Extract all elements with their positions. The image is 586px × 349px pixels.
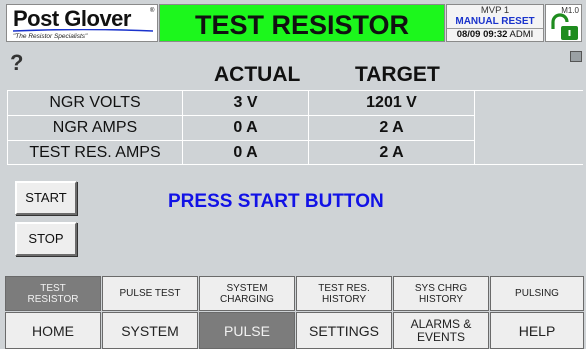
tab-system-charging[interactable]: SYSTEM CHARGING (199, 276, 295, 311)
title-bar: TEST RESISTOR (159, 4, 445, 42)
row-label: NGR VOLTS (7, 90, 182, 115)
date: 08/09 (456, 29, 481, 40)
blank-cell (474, 140, 583, 165)
tab-label: HISTORY (321, 293, 367, 305)
tab-help[interactable]: HELP (490, 312, 584, 349)
navigation-bar: TEST RESISTOR PULSE TEST SYSTEM CHARGING… (5, 276, 584, 349)
user: ADMI (509, 29, 534, 40)
company-logo: Post Glover ® "The Resistor Specialists" (6, 4, 158, 42)
target-column-header: TARGET (355, 63, 440, 86)
tab-label: SYS CHRG (414, 282, 468, 294)
logo-swoosh-icon (13, 29, 153, 32)
actual-value: 3 V (182, 90, 308, 115)
tab-test-resistor[interactable]: TEST RESISTOR (5, 276, 101, 311)
tab-label: ALARMS & (410, 316, 472, 331)
actual-value: 0 A (182, 115, 308, 140)
tab-label: SYSTEM (121, 322, 179, 339)
header: Post Glover ® "The Resistor Specialists"… (6, 4, 582, 42)
date-time-user: 08/09 09:32 ADMI (447, 28, 543, 41)
blank-cell (474, 115, 583, 140)
row-label: TEST RES. AMPS (7, 140, 182, 165)
hmi-screen: Post Glover ® "The Resistor Specialists"… (0, 0, 586, 349)
table-row: TEST RES. AMPS 0 A 2 A (7, 140, 583, 165)
tab-label: SYSTEM (226, 282, 268, 294)
stop-button[interactable]: STOP (15, 222, 77, 256)
start-button[interactable]: START (15, 181, 77, 215)
help-question-icon[interactable]: ? (10, 52, 32, 74)
row-label: NGR AMPS (7, 115, 182, 140)
tab-label: TEST (40, 282, 66, 294)
tagline: "The Resistor Specialists" (13, 33, 88, 40)
tab-label: TEST RES. (318, 282, 370, 294)
tab-label: PULSING (515, 288, 559, 299)
tab-pulse-test[interactable]: PULSE TEST (102, 276, 198, 311)
readings-table: NGR VOLTS 3 V 1201 V NGR AMPS 0 A 2 A TE… (7, 90, 583, 165)
time: 09:32 (483, 29, 508, 40)
actual-column-header: ACTUAL (214, 63, 301, 86)
tab-label: CHARGING (220, 293, 274, 305)
tab-sys-chrg-history[interactable]: SYS CHRG HISTORY (393, 276, 489, 311)
table-row: NGR AMPS 0 A 2 A (7, 115, 583, 140)
login-lock-button[interactable]: M1.0 (545, 4, 582, 42)
tab-test-res-history[interactable]: TEST RES. HISTORY (296, 276, 392, 311)
status-box: MVP 1 MANUAL RESET 08/09 09:32 ADMI (446, 4, 544, 42)
page-title: TEST RESISTOR (194, 10, 410, 40)
tab-settings[interactable]: SETTINGS (296, 312, 392, 349)
tab-pulsing[interactable]: PULSING (490, 276, 584, 311)
tab-label: HOME (32, 322, 74, 339)
tab-label: EVENTS (416, 329, 465, 344)
target-value: 1201 V (308, 90, 474, 115)
table-row: NGR VOLTS 3 V 1201 V (7, 90, 583, 115)
target-value: 2 A (308, 140, 474, 165)
actual-value: 0 A (182, 140, 308, 165)
unlocked-padlock-icon (551, 13, 578, 40)
tab-alarms-events[interactable]: ALARMS & EVENTS (393, 312, 489, 349)
tab-label: HELP (518, 322, 556, 339)
target-value: 2 A (308, 115, 474, 140)
scroll-handle[interactable] (570, 51, 582, 62)
device-name: MVP 1 (480, 5, 510, 16)
tab-label: HISTORY (418, 293, 464, 305)
tab-system[interactable]: SYSTEM (102, 312, 198, 349)
tab-label: RESISTOR (27, 293, 79, 305)
tab-home[interactable]: HOME (5, 312, 101, 349)
registered-mark: ® (150, 8, 155, 14)
tab-label: PULSE (224, 322, 270, 339)
blank-cell (474, 90, 583, 115)
reset-mode: MANUAL RESET (455, 16, 535, 27)
status-message: PRESS START BUTTON (168, 191, 384, 212)
tab-label: SETTINGS (308, 322, 379, 339)
tab-label: PULSE TEST (119, 288, 181, 299)
tab-pulse[interactable]: PULSE (199, 312, 295, 349)
